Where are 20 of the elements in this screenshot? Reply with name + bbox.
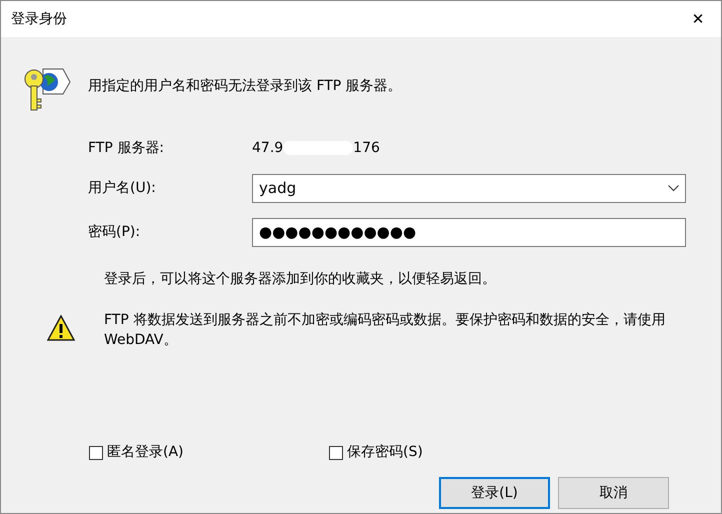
checkbox-label[interactable]: 保存密码(S) — [347, 442, 423, 463]
error-message: 用指定的用户名和密码无法登录到该 FTP 服务器。 — [88, 76, 402, 96]
password-field[interactable]: ●●●●●●●●●●●● — [252, 218, 686, 247]
checkbox[interactable] — [89, 446, 103, 460]
hint-text: 登录后，可以将这个服务器添加到你的收藏夹，以便轻易返回。 — [103, 270, 497, 289]
password-label: 密码(P): — [88, 223, 142, 242]
username-label: 用户名(U): — [88, 179, 157, 198]
close-button[interactable]: ✕ — [675, 1, 721, 37]
checkbox[interactable] — [329, 446, 343, 460]
warning-text: FTP 将数据发送到服务器之前不加密或编码密码或数据。要保护密码和数据的安全，请使用 WebDAV。 — [104, 311, 666, 350]
window-title: 登录身份 — [11, 10, 67, 28]
username-combobox[interactable]: yadg — [252, 174, 686, 203]
server-label: FTP 服务器: — [88, 138, 165, 158]
cancel-button[interactable]: 取消 — [558, 477, 669, 509]
checkbox-label[interactable]: 匿名登录(A) — [107, 442, 184, 463]
chevron-down-icon — [668, 185, 679, 192]
server-address: 176 — [353, 138, 380, 158]
server-address: 47.9 — [252, 138, 284, 158]
login-button[interactable]: 登录(L) — [439, 477, 550, 509]
warning-icon — [47, 315, 75, 341]
